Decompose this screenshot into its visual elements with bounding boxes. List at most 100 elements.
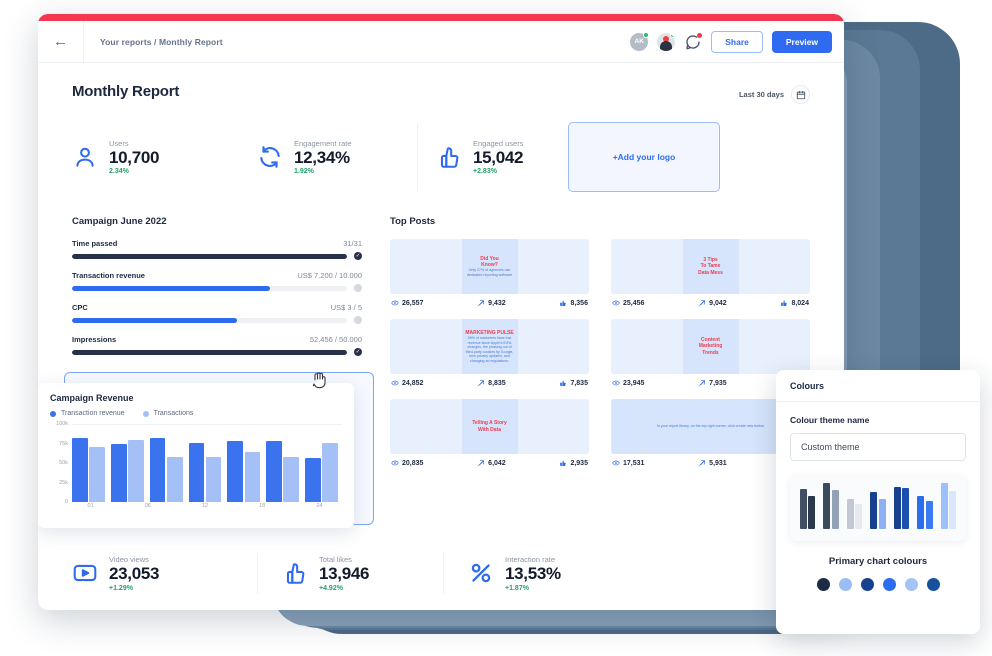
- kpi-interaction-rate: Interaction rate 13,53% +1.87%: [444, 551, 629, 596]
- share-arrow-icon: [478, 300, 485, 306]
- bar-group[interactable]: [72, 438, 105, 502]
- bar-group[interactable]: [149, 438, 183, 502]
- progress-track: [72, 317, 347, 323]
- breadcrumb[interactable]: Your reports / Monthly Report: [84, 37, 223, 47]
- post-headline: Did You Know?: [480, 255, 499, 269]
- thumb-up-icon: [282, 560, 308, 586]
- bar-group[interactable]: [188, 442, 222, 502]
- post-likes-value: 2,935: [570, 459, 588, 467]
- colour-swatch[interactable]: [838, 578, 852, 591]
- calendar-button[interactable]: [791, 85, 810, 104]
- post-shares-value: 6,042: [488, 459, 506, 467]
- calendar-icon: [796, 90, 805, 99]
- preview-bar: [925, 501, 933, 529]
- post-thumbnail[interactable]: Content Marketing Trends: [611, 319, 810, 374]
- bar: [72, 438, 88, 502]
- top-post-card[interactable]: MARKETING PULSE 59% of marketers have los…: [390, 319, 589, 387]
- post-thumbnail-art: Content Marketing Trends: [682, 319, 739, 374]
- progress-line: [72, 284, 362, 292]
- bar-group[interactable]: [305, 442, 339, 502]
- preview-bar: [917, 496, 925, 529]
- colour-swatch[interactable]: [926, 578, 940, 591]
- colour-swatch[interactable]: [882, 578, 896, 591]
- post-thumbnail[interactable]: MARKETING PULSE 59% of marketers have los…: [390, 319, 589, 374]
- online-status-dot: [670, 32, 676, 38]
- bar: [244, 452, 261, 502]
- arrow-left-icon: ←: [53, 33, 68, 50]
- add-logo-box[interactable]: +Add your logo: [568, 122, 720, 192]
- post-views-value: 26,557: [402, 299, 424, 307]
- legend-item[interactable]: Transactions: [142, 410, 193, 417]
- x-tick-label: 01: [87, 503, 94, 509]
- y-tick-label: 0: [64, 499, 68, 505]
- post-shares-value: 5,931: [709, 459, 727, 467]
- theme-name-input[interactable]: [790, 433, 966, 461]
- online-status-dot: [643, 31, 650, 38]
- preview-bar-group: [823, 483, 839, 529]
- bar: [322, 442, 339, 502]
- top-post-card[interactable]: Did You Know? Only 27% of agencies use de…: [390, 239, 589, 307]
- preview-bar: [855, 504, 863, 529]
- colour-swatch[interactable]: [904, 578, 918, 591]
- eye-icon: [391, 460, 399, 466]
- post-likes-value: 7,835: [570, 379, 588, 387]
- preview-bar: [799, 489, 807, 529]
- preview-bar-group: [940, 483, 957, 529]
- page-title: Monthly Report: [72, 83, 180, 100]
- colour-swatch[interactable]: [860, 578, 874, 591]
- kpi-label: Engaged users: [473, 138, 524, 148]
- top-post-card[interactable]: Telling A Story With Data 20,835 6,042 2,93…: [390, 399, 589, 467]
- x-tick-label: 18: [259, 503, 266, 509]
- x-tick-label: 12: [201, 503, 209, 509]
- post-headline: Content Marketing Trends: [698, 337, 723, 356]
- kpi-row-top: Users 10,700 2.34% Engagement rate 12,34…: [72, 122, 810, 192]
- avatar-photo[interactable]: [657, 32, 676, 51]
- kpi-value: 10,700: [109, 147, 160, 167]
- preview-bar: [940, 483, 948, 529]
- preview-bar: [893, 487, 901, 529]
- share-button[interactable]: Share: [711, 30, 763, 53]
- bar: [283, 456, 300, 502]
- primary-colour-swatches: [790, 578, 966, 591]
- check-icon: ✓: [354, 348, 362, 356]
- post-thumbnail[interactable]: Telling A Story With Data: [390, 399, 589, 454]
- bar: [89, 447, 105, 502]
- post-shares: 7,935: [698, 379, 727, 387]
- bar: [266, 441, 282, 502]
- kpi-delta: 2.34%: [109, 168, 129, 176]
- thumb-up-icon: [436, 144, 462, 170]
- legend-swatch: [142, 410, 149, 417]
- post-thumbnail-art: Telling A Story With Data: [461, 399, 518, 454]
- preview-bar-group: [846, 483, 863, 529]
- date-range-selector[interactable]: Last 30 days: [739, 85, 810, 104]
- back-button[interactable]: ←: [38, 20, 84, 63]
- post-views: 24,852: [391, 379, 423, 387]
- post-shares-value: 9,432: [488, 299, 506, 307]
- post-shares-value: 8,835: [488, 379, 506, 387]
- bar-group[interactable]: [227, 441, 261, 502]
- post-thumbnail[interactable]: 3 Tips To Tame Data Mess: [611, 239, 810, 294]
- post-views: 23,945: [612, 379, 644, 387]
- avatar-initials[interactable]: AK: [630, 31, 650, 51]
- avatar-initials-text: AK: [634, 38, 644, 45]
- bar: [188, 442, 205, 502]
- campaign-revenue-widget[interactable]: Campaign Revenue Transaction revenue Tra…: [38, 372, 374, 537]
- bar-group[interactable]: [110, 440, 144, 502]
- post-thumbnail[interactable]: Did You Know? Only 27% of agencies use de…: [390, 239, 589, 294]
- campaign-progress-item: Time passed 31/31 ✓: [72, 239, 362, 260]
- colours-panel: Colours Colour theme name Primary chart …: [776, 370, 980, 634]
- preview-button[interactable]: Preview: [771, 30, 832, 53]
- preview-bar: [823, 483, 831, 529]
- kpi-label: Engagement rate: [294, 138, 352, 148]
- chat-button[interactable]: [684, 32, 703, 51]
- legend-item[interactable]: Transaction revenue: [50, 410, 125, 417]
- colour-swatch[interactable]: [816, 578, 830, 591]
- colours-panel-body: Colour theme name Primary chart colours: [776, 402, 980, 591]
- eye-icon: [391, 300, 399, 306]
- colours-panel-title: Colours: [776, 370, 980, 402]
- top-post-card[interactable]: 3 Tips To Tame Data Mess 25,456 9,042 8,024: [611, 239, 810, 307]
- post-stats: 25,456 9,042 8,024: [611, 299, 810, 307]
- progress-header: Time passed 31/31: [72, 239, 362, 248]
- post-shares: 5,931: [698, 459, 727, 467]
- bar-group[interactable]: [266, 441, 300, 502]
